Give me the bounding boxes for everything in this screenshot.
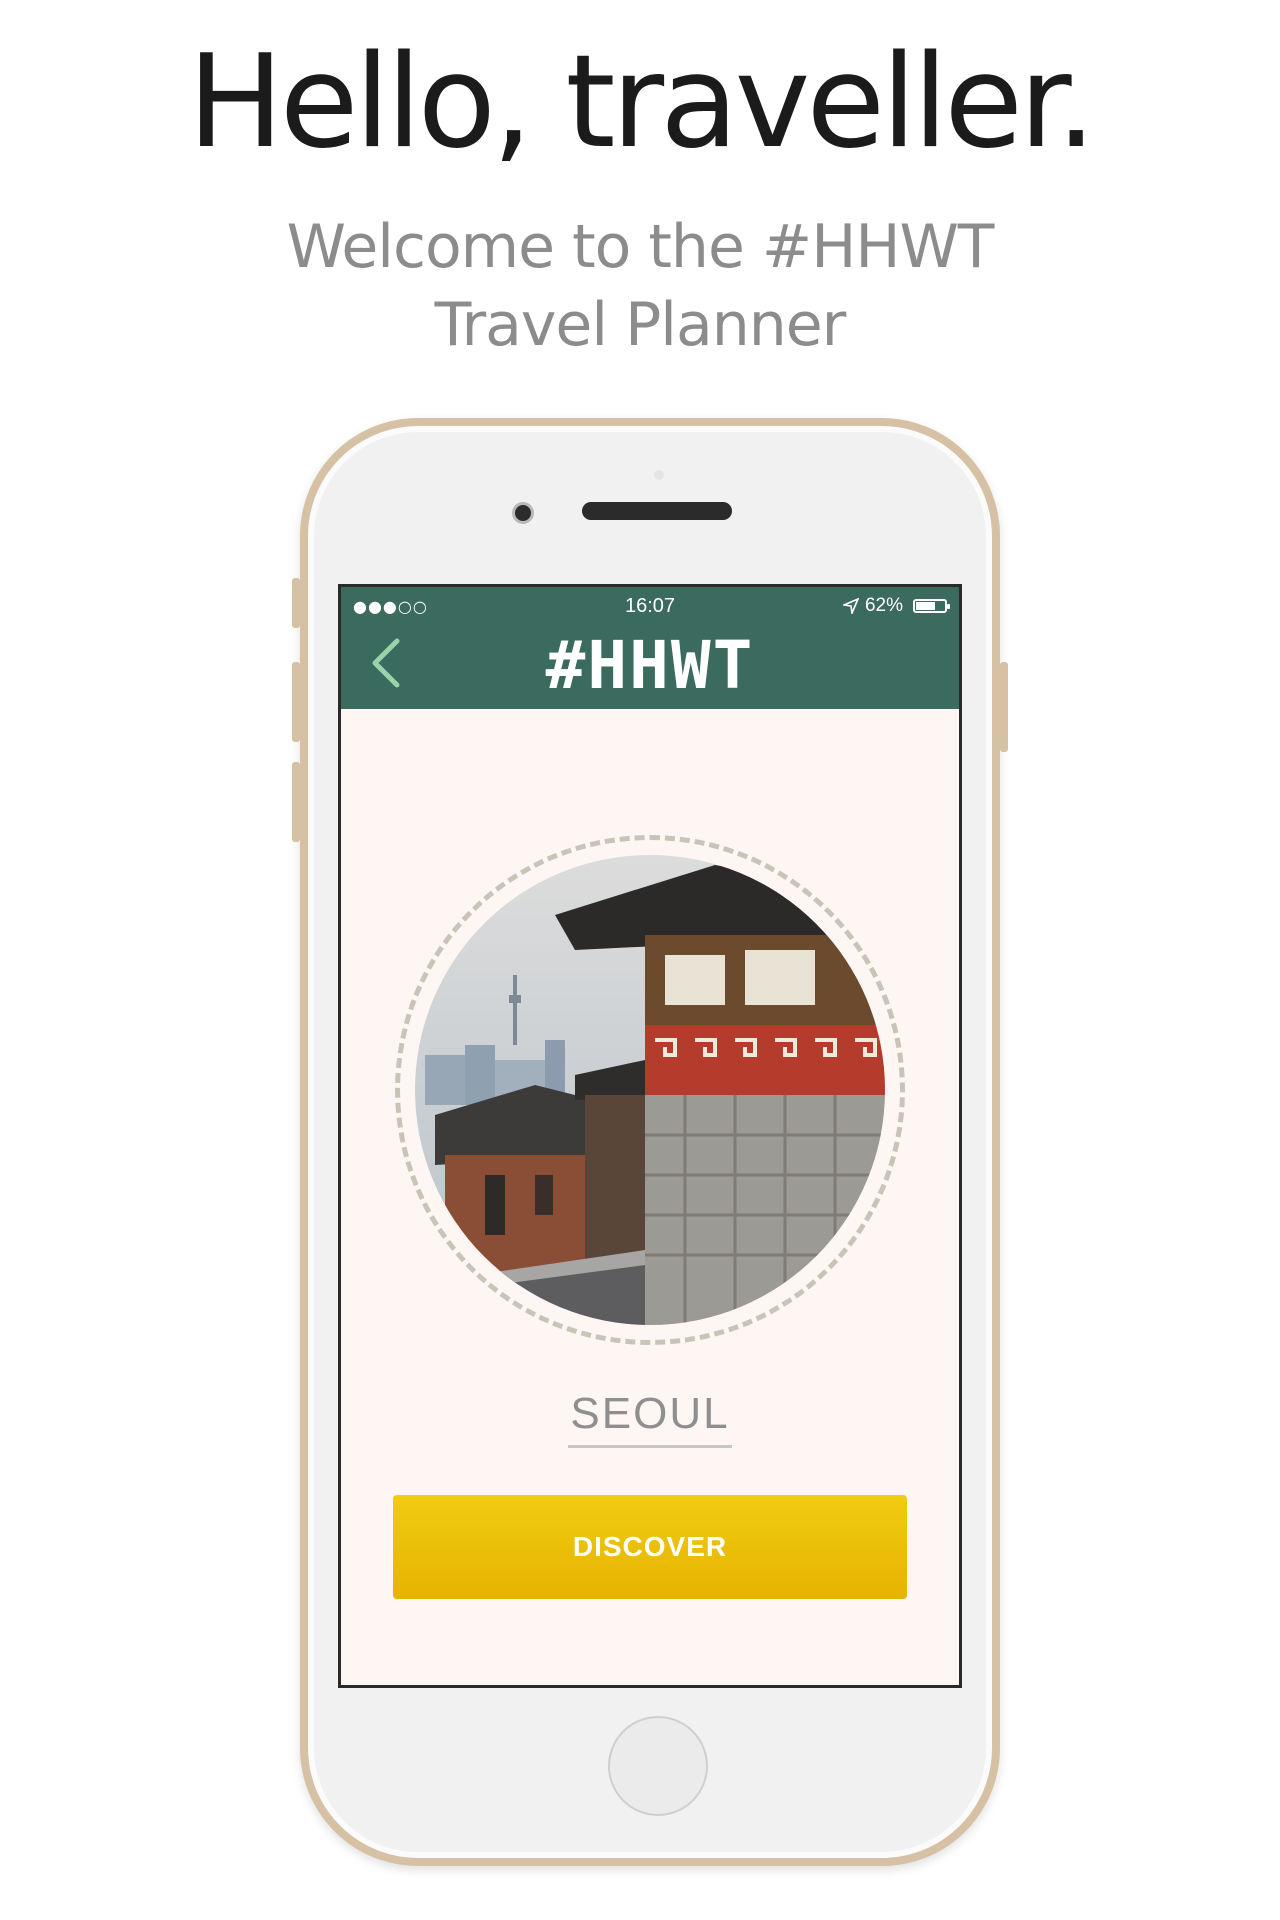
subtitle-line-2: Travel Planner — [434, 290, 847, 360]
headline: Hello, traveller. — [187, 28, 1097, 177]
destination-photo — [415, 855, 885, 1325]
status-right: 62% — [842, 595, 950, 617]
discover-button[interactable]: DISCOVER — [393, 1495, 907, 1599]
phone-mockup: ●●●○○ 16:07 62% #HHWT SEOUL DISCOVER — [292, 418, 1008, 1866]
subtitle-line-1: Welcome to the #HHWT — [286, 212, 995, 282]
destination-name-label: SEOUL — [568, 1389, 732, 1448]
app-logo: #HHWT — [545, 627, 755, 704]
earpiece-speaker — [582, 502, 732, 520]
proximity-sensor — [654, 470, 664, 480]
volume-down-button — [292, 762, 300, 842]
mute-switch — [292, 578, 300, 628]
location-arrow-icon — [842, 598, 859, 614]
home-button[interactable] — [608, 1716, 708, 1816]
power-button — [1000, 662, 1008, 752]
app-header: ●●●○○ 16:07 62% #HHWT — [341, 587, 959, 709]
battery-icon — [913, 599, 950, 613]
battery-percent: 62% — [864, 595, 903, 616]
page: Hello, traveller. Welcome to the #HHWT T… — [0, 0, 1280, 1920]
volume-up-button — [292, 662, 300, 742]
destination-name[interactable]: SEOUL — [341, 1389, 959, 1448]
phone-screen: ●●●○○ 16:07 62% #HHWT SEOUL DISCOVER — [338, 584, 962, 1688]
front-camera-icon — [512, 502, 534, 524]
subtitle: Welcome to the #HHWT Travel Planner — [0, 208, 1280, 364]
